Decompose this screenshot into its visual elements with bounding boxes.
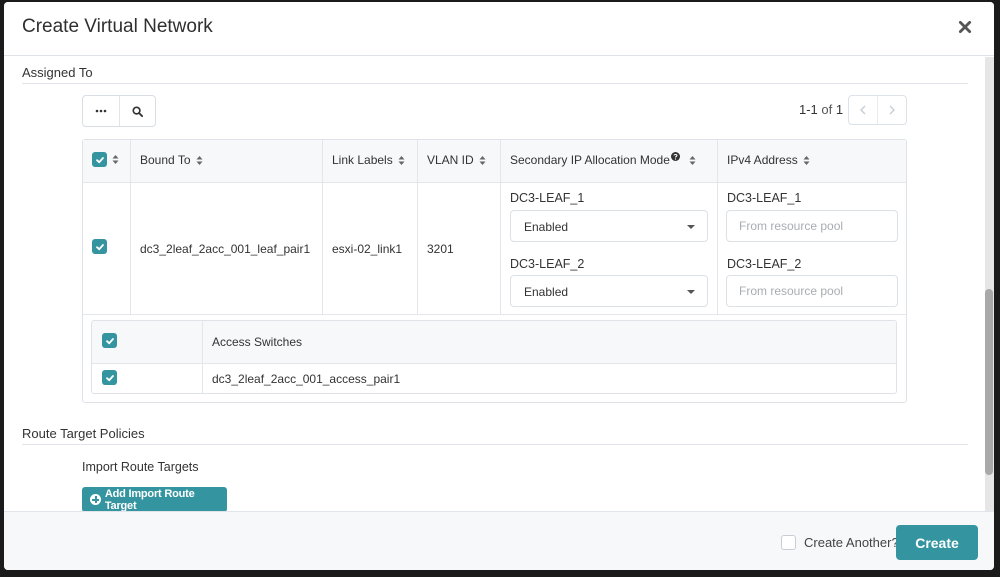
column-header-ipv4-address[interactable]: IPv4 Address xyxy=(727,153,810,167)
column-divider xyxy=(717,140,718,314)
vlan-id-value: 3201 xyxy=(427,242,454,256)
column-label: Bound To xyxy=(140,153,191,167)
table-toolbar xyxy=(82,95,156,127)
check-icon xyxy=(95,156,104,163)
more-actions-button[interactable] xyxy=(83,96,119,126)
modal-title: Create Virtual Network xyxy=(22,16,213,37)
check-icon xyxy=(105,374,114,381)
secondary-ip-mode-select-leaf-2[interactable]: Enabled xyxy=(510,275,708,307)
row-checkbox[interactable] xyxy=(92,239,107,254)
select-all-checkbox[interactable] xyxy=(92,152,107,167)
create-virtual-network-modal: Create Virtual Network Assigned To 1-1 o… xyxy=(4,2,994,570)
modal-header: Create Virtual Network xyxy=(4,2,994,56)
link-labels-value: esxi-02_link1 xyxy=(332,242,403,256)
assigned-to-table: Bound To Link Labels VLAN ID Secondary I… xyxy=(82,139,907,403)
secondary-ip-device-label: DC3-LEAF_2 xyxy=(510,257,585,271)
column-header-secondary-ip-allocation-mode[interactable]: Secondary IP Allocation Mode xyxy=(510,152,696,167)
sort-icon xyxy=(398,155,405,165)
import-route-targets-label: Import Route Targets xyxy=(82,460,199,474)
caret-down-icon xyxy=(687,225,695,229)
column-label: Secondary IP Allocation Mode xyxy=(510,153,670,167)
sort-icon[interactable] xyxy=(112,154,119,165)
select-value: Enabled xyxy=(524,285,569,299)
access-switches-column-header: Access Switches xyxy=(212,335,303,349)
search-icon xyxy=(132,105,143,117)
select-all-header xyxy=(92,152,119,167)
modal-footer: Create Another? Create xyxy=(4,511,994,570)
access-switches-select-all-checkbox[interactable] xyxy=(102,333,117,348)
plus-circle-icon xyxy=(90,494,101,505)
ipv4-address-input-leaf-2[interactable] xyxy=(726,275,898,307)
next-page-button[interactable] xyxy=(877,96,906,124)
create-button[interactable]: Create xyxy=(896,525,978,560)
check-icon xyxy=(105,337,114,344)
section-title-assigned-to: Assigned To xyxy=(22,65,93,80)
access-switches-table: Access Switches dc3_2leaf_2acc_001_acces… xyxy=(91,320,897,394)
select-value: Enabled xyxy=(524,220,569,234)
pagination-controls xyxy=(848,95,907,125)
access-switch-name: dc3_2leaf_2acc_001_access_pair1 xyxy=(212,372,401,386)
close-icon xyxy=(958,20,972,34)
column-label: IPv4 Address xyxy=(727,153,798,167)
pagination-total: 1 xyxy=(835,102,844,117)
sort-icon xyxy=(803,155,810,165)
add-import-route-target-button[interactable]: Add Import Route Target xyxy=(82,487,227,511)
pagination-of: of xyxy=(821,102,833,117)
chevron-left-icon xyxy=(860,105,866,115)
bound-to-value: dc3_2leaf_2acc_001_leaf_pair1 xyxy=(140,242,311,256)
column-divider xyxy=(322,140,323,314)
column-divider xyxy=(417,140,418,314)
previous-page-button[interactable] xyxy=(849,96,877,124)
caret-down-icon xyxy=(687,290,695,294)
column-header-bound-to[interactable]: Bound To xyxy=(140,153,203,167)
modal-body: Assigned To 1-1 of 1 Bound To Link Label… xyxy=(4,57,994,511)
ipv4-device-label: DC3-LEAF_2 xyxy=(727,257,802,271)
column-divider xyxy=(130,140,131,314)
question-circle-icon[interactable] xyxy=(670,152,680,161)
column-label: VLAN ID xyxy=(427,153,474,167)
access-switch-row-checkbox[interactable] xyxy=(102,370,117,385)
ipv4-address-input-leaf-1[interactable] xyxy=(726,210,898,242)
section-divider xyxy=(22,83,968,84)
column-header-vlan-id[interactable]: VLAN ID xyxy=(427,153,486,167)
column-label: Link Labels xyxy=(332,153,393,167)
modal-scrollbar[interactable] xyxy=(985,57,994,511)
search-button[interactable] xyxy=(118,96,156,126)
scrollbar-thumb[interactable] xyxy=(985,289,993,475)
checkbox-box xyxy=(781,535,796,550)
sort-icon xyxy=(479,155,486,165)
section-divider xyxy=(22,444,968,445)
column-divider xyxy=(500,140,501,314)
create-another-checkbox[interactable]: Create Another? xyxy=(781,535,899,550)
close-button[interactable] xyxy=(956,18,974,36)
chevron-right-icon xyxy=(889,105,895,115)
column-header-link-labels[interactable]: Link Labels xyxy=(332,153,405,167)
section-title-route-target-policies: Route Target Policies xyxy=(22,426,145,441)
row-divider xyxy=(83,314,906,315)
column-divider xyxy=(202,321,203,393)
button-label: Add Import Route Target xyxy=(104,487,195,512)
secondary-ip-device-label: DC3-LEAF_1 xyxy=(510,191,585,205)
check-icon xyxy=(95,243,104,250)
pagination-range: 1-1 xyxy=(799,102,818,117)
ipv4-device-label: DC3-LEAF_1 xyxy=(727,191,802,205)
sort-icon xyxy=(196,155,202,165)
pagination-summary: 1-1 of 1 xyxy=(799,102,843,117)
ellipsis-icon xyxy=(95,109,107,113)
secondary-ip-mode-select-leaf-1[interactable]: Enabled xyxy=(510,210,708,242)
create-another-label: Create Another? xyxy=(804,535,899,550)
sort-icon xyxy=(689,155,696,165)
